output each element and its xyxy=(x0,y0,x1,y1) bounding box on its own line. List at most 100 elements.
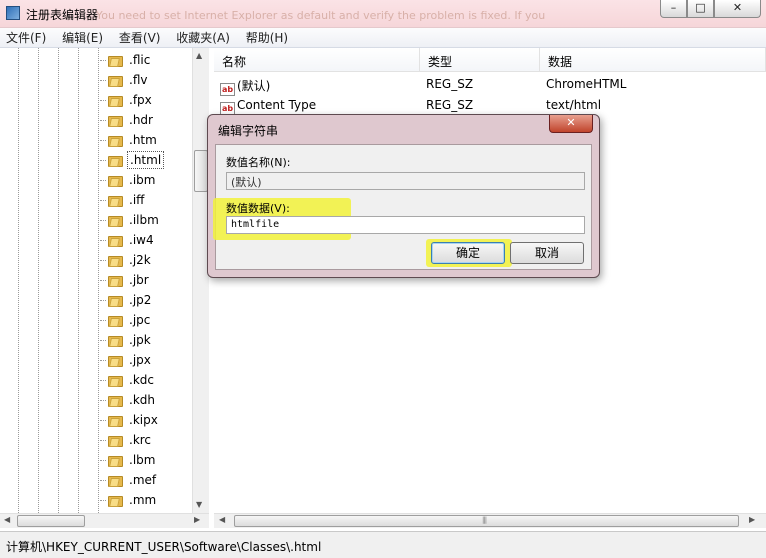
maximize-button[interactable]: □ xyxy=(687,0,714,18)
tree-connector-line xyxy=(100,239,106,241)
value-type: REG_SZ xyxy=(426,77,474,91)
tree-item[interactable]: .jpc xyxy=(100,310,152,330)
menu-view[interactable]: 查看(V) xyxy=(113,28,167,48)
tree-item[interactable]: .iw4 xyxy=(100,230,156,250)
tree-hscroll-thumb[interactable] xyxy=(17,515,85,527)
scroll-up-arrow-icon[interactable]: ▲ xyxy=(196,51,202,60)
folder-icon xyxy=(108,254,124,267)
tree-item[interactable]: .kdc xyxy=(100,370,156,390)
tree-connector-line xyxy=(100,199,106,201)
tree-item[interactable]: .krc xyxy=(100,430,153,450)
scroll-left-arrow-icon[interactable]: ◀ xyxy=(219,515,225,524)
tree-horizontal-scrollbar[interactable]: ◀ ▶ xyxy=(0,513,209,528)
tree-item[interactable]: .htm xyxy=(100,130,159,150)
list-hscroll-thumb[interactable] xyxy=(234,515,739,527)
tree-item[interactable]: .ilbm xyxy=(100,210,161,230)
value-data-input[interactable]: htmlfile xyxy=(226,216,585,234)
folder-icon xyxy=(108,54,124,67)
scroll-grip-icon: ||| xyxy=(482,516,487,524)
value-row[interactable]: ab Content Type REG_SZ text/html xyxy=(214,95,766,115)
tree-item[interactable]: .mm xyxy=(100,490,158,510)
registry-tree: .flic .flv .fpx .hdr .htm .html .ibm .iff .ilbm.… xyxy=(0,48,209,528)
tree-connector-line xyxy=(100,259,106,261)
tree-connector-line xyxy=(100,159,106,161)
tree-item-label: .jbr xyxy=(129,273,149,287)
tree-item[interactable]: .jpx xyxy=(100,350,153,370)
tree-item-label: .jpx xyxy=(129,353,151,367)
value-data-label: 数值数据(V): xyxy=(226,202,290,215)
tree-item[interactable]: .lbm xyxy=(100,450,157,470)
tree-guide-line xyxy=(98,48,99,513)
folder-icon xyxy=(108,74,124,87)
tree-item[interactable]: .hdr xyxy=(100,110,155,130)
window-title: 注册表编辑器 xyxy=(26,8,99,22)
tree-item-label: .hdr xyxy=(129,113,153,127)
menu-edit[interactable]: 编辑(E) xyxy=(56,28,109,48)
tree-connector-line xyxy=(100,399,106,401)
folder-icon xyxy=(108,154,124,167)
folder-icon xyxy=(108,294,124,307)
tree-item[interactable]: .fpx xyxy=(100,90,154,110)
column-header-data[interactable]: 数据 xyxy=(540,48,766,72)
folder-icon xyxy=(108,314,124,327)
menu-favorites[interactable]: 收藏夹(A) xyxy=(170,28,236,48)
tree-connector-line xyxy=(100,499,106,501)
tree-item[interactable]: .flv xyxy=(100,70,149,90)
tree-guide-line xyxy=(18,48,19,513)
tree-item[interactable]: .jbr xyxy=(100,270,151,290)
tree-item[interactable]: .kipx xyxy=(100,410,160,430)
tree-item-label: .j2k xyxy=(129,253,151,267)
tree-guide-line xyxy=(38,48,39,513)
dialog-title: 编辑字符串 xyxy=(218,124,279,138)
tree-connector-line xyxy=(100,279,106,281)
tree-item[interactable]: .jp2 xyxy=(100,290,153,310)
value-name: (默认) xyxy=(237,79,271,93)
ok-button[interactable]: 确定 xyxy=(431,242,505,264)
tree-scroll-thumb[interactable] xyxy=(194,150,208,192)
tree-item[interactable]: .j2k xyxy=(100,250,153,270)
minimize-button[interactable]: – xyxy=(660,0,687,18)
tree-item[interactable]: .mef xyxy=(100,470,158,490)
column-header-name[interactable]: 名称 xyxy=(214,48,420,72)
tree-item-label: .jpk xyxy=(129,333,151,347)
dialog-close-button[interactable]: ✕ xyxy=(549,115,593,133)
tree-item-label: .kdc xyxy=(129,373,154,387)
tree-item[interactable]: .html xyxy=(100,150,165,170)
list-horizontal-scrollbar[interactable]: ◀ ||| ▶ xyxy=(214,513,766,528)
folder-icon xyxy=(108,434,124,447)
scroll-right-arrow-icon[interactable]: ▶ xyxy=(749,515,755,524)
folder-icon xyxy=(108,414,124,427)
tree-item-label: .fpx xyxy=(129,93,152,107)
scroll-left-arrow-icon[interactable]: ◀ xyxy=(4,515,10,524)
tree-item[interactable]: .kdh xyxy=(100,390,157,410)
tree-item-label: .jp2 xyxy=(129,293,152,307)
value-name-cell: ab Content Type xyxy=(220,98,316,115)
value-name-field: (默认) xyxy=(226,172,585,190)
menu-help[interactable]: 帮助(H) xyxy=(240,28,294,48)
value-type: REG_SZ xyxy=(426,98,474,112)
tree-item-label: .html xyxy=(127,151,165,169)
close-button[interactable]: ✕ xyxy=(714,0,761,18)
cancel-button[interactable]: 取消 xyxy=(510,242,584,264)
tree-item[interactable]: .flic xyxy=(100,50,152,70)
tree-item[interactable]: .ibm xyxy=(100,170,157,190)
tree-connector-line xyxy=(100,379,106,381)
tree-connector-line xyxy=(100,179,106,181)
status-bar: 计算机\HKEY_CURRENT_USER\Software\Classes\.… xyxy=(0,531,766,558)
tree-connector-line xyxy=(100,59,106,61)
tree-item-label: .krc xyxy=(129,433,152,447)
column-header-type[interactable]: 类型 xyxy=(420,48,540,72)
menu-file[interactable]: 文件(F) xyxy=(0,28,52,48)
tree-guide-line xyxy=(78,48,79,513)
tree-connector-line xyxy=(100,339,106,341)
value-row[interactable]: ab (默认) REG_SZ ChromeHTML xyxy=(214,74,766,96)
background-ghost-text: You need to set Internet Explorer as def… xyxy=(96,9,546,22)
tree-item[interactable]: .jpk xyxy=(100,330,153,350)
folder-icon xyxy=(108,374,124,387)
folder-icon xyxy=(108,454,124,467)
tree-item-label: .iw4 xyxy=(129,233,154,247)
tree-item[interactable]: .iff xyxy=(100,190,146,210)
tree-connector-line xyxy=(100,439,106,441)
scroll-right-arrow-icon[interactable]: ▶ xyxy=(194,515,200,524)
scroll-down-arrow-icon[interactable]: ▼ xyxy=(196,500,202,509)
